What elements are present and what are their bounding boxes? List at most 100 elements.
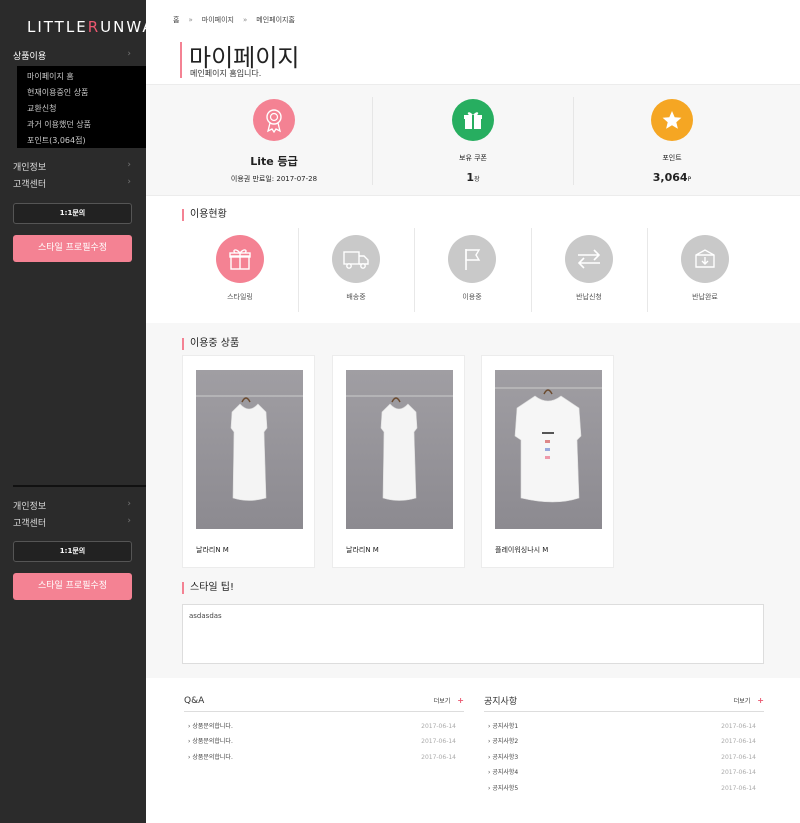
product-name: 날라리N M xyxy=(346,546,379,554)
stats-panel: Lite 등급 이용권 만료일: 2017-07-28 보유 쿠폰 1장 포인트… xyxy=(146,84,800,196)
chevron-right-icon: › xyxy=(127,499,131,509)
notice-list: › 공지사항1 2017-06-14 › 공지사항2 2017-06-14 › 공지… xyxy=(484,712,764,796)
breadcrumb-arrow: » xyxy=(242,16,248,24)
list-item[interactable]: › 공지사항4 2017-06-14 xyxy=(484,765,764,780)
coupon-count[interactable]: 1장 xyxy=(373,171,573,184)
product-name: 플레이워싱나시 M xyxy=(495,546,549,554)
sidebar-item-product-use[interactable]: 상품이용 › xyxy=(13,49,131,62)
truck-icon xyxy=(332,235,380,283)
sidebar-item-personal-info-2[interactable]: 개인정보 › xyxy=(13,499,131,512)
style-profile-button-2[interactable]: 스타일 프로필수정 xyxy=(13,573,132,600)
style-profile-button[interactable]: 스타일 프로필수정 xyxy=(13,235,132,262)
notice-title: 공지사항 xyxy=(484,697,518,707)
status-label: 스타일링 xyxy=(227,293,253,301)
logo-text-1: LITTLE xyxy=(27,18,88,36)
point-label: 포인트 xyxy=(662,154,682,162)
list-item-text: 상품문의합니다. xyxy=(192,738,233,746)
list-item-title: › 상품문의합니다. xyxy=(188,723,233,730)
point-unit: P xyxy=(687,176,692,183)
gift-icon xyxy=(216,235,264,283)
list-item-text: 공지사항2 xyxy=(492,738,519,746)
status-label: 배송중 xyxy=(346,293,366,301)
main-content: 홈 » 마이페이지 » 메인페이지홈 마이페이지 메인페이지 홈입니다. Lite 등급… xyxy=(146,0,800,823)
title-accent-bar xyxy=(180,42,182,78)
list-item-title: › 공지사항2 xyxy=(488,738,519,746)
divider xyxy=(13,485,146,487)
sidebar-item-label: 고객센터 xyxy=(13,180,47,190)
product-name: 날라리N M xyxy=(196,546,229,554)
submenu-item-mypage-home[interactable]: 마이페이지 홈 xyxy=(27,69,146,85)
coupon-stat: 보유 쿠폰 1장 xyxy=(373,85,573,197)
sidebar-item-label: 상품이용 xyxy=(13,52,47,62)
plus-icon: + xyxy=(457,696,464,705)
submenu-item-current-products[interactable]: 현재이용중인 상품 xyxy=(27,85,146,101)
qna-more-link[interactable]: 더보기 + xyxy=(434,696,464,705)
notice-board: 공지사항 더보기 + › 공지사항1 2017-06-14 › 공지사항2 2017-… xyxy=(484,690,764,796)
qna-board: Q&A 더보기 + › 상품문의합니다. 2017-06-14 › 상품문의합니다.… xyxy=(184,690,464,765)
box-icon xyxy=(681,235,729,283)
coupon-value: 1 xyxy=(466,171,475,184)
product-card[interactable]: 날라리N M xyxy=(332,355,465,568)
list-item-title: › 상품문의합니다. xyxy=(188,738,233,746)
breadcrumb-item[interactable]: 마이페이지 xyxy=(202,16,234,24)
sidebar-item-label: 개인정보 xyxy=(13,163,47,173)
submenu-item-exchange[interactable]: 교환신청 xyxy=(27,101,146,117)
list-item[interactable]: › 공지사항2 2017-06-14 xyxy=(484,734,764,749)
status-shipping[interactable]: 배송중 xyxy=(298,228,414,312)
grade-label: Lite 등급 xyxy=(250,155,298,168)
submenu-item-points[interactable]: 포인트(3,064점) xyxy=(27,133,146,149)
breadcrumb-item: 메인페이지홈 xyxy=(256,16,295,24)
list-item-date: 2017-06-14 xyxy=(721,769,756,777)
sidebar-item-customer-center[interactable]: 고객센터 › xyxy=(13,177,131,190)
chevron-right-icon: › xyxy=(127,49,131,59)
list-item-date: 2017-06-14 xyxy=(421,723,456,730)
list-item[interactable]: › 공지사항3 2017-06-14 xyxy=(484,750,764,765)
list-item-title: › 공지사항3 xyxy=(488,753,519,761)
list-item-date: 2017-06-14 xyxy=(421,738,456,746)
submenu-item-past-products[interactable]: 과거 이용했던 상품 xyxy=(27,117,146,133)
list-item[interactable]: › 상품문의합니다. 2017-06-14 xyxy=(184,719,464,734)
expire-date: 이용권 만료일: 2017-07-28 xyxy=(230,175,318,183)
gift-icon xyxy=(452,99,494,141)
list-item[interactable]: › 공지사항5 2017-06-14 xyxy=(484,781,764,796)
list-item[interactable]: › 공지사항1 2017-06-14 xyxy=(484,719,764,734)
sidebar-item-personal-info[interactable]: 개인정보 › xyxy=(13,160,131,173)
qna-title: Q&A xyxy=(184,695,205,706)
list-item[interactable]: › 상품문의합니다. 2017-06-14 xyxy=(184,734,464,749)
list-item-date: 2017-06-14 xyxy=(721,738,756,746)
list-item-title: › 상품문의합니다. xyxy=(188,753,233,761)
status-return-complete[interactable]: 반납완료 xyxy=(647,228,763,312)
product-image xyxy=(495,370,602,529)
logo[interactable]: LITTLERUNWAY xyxy=(27,18,165,36)
notice-more-link[interactable]: 더보기 + xyxy=(734,696,764,705)
sidebar-item-customer-center-2[interactable]: 고객센터 › xyxy=(13,516,131,529)
status-in-use[interactable]: 이용중 xyxy=(414,228,530,312)
qa-button-2[interactable]: 1:1문의 xyxy=(13,541,132,562)
board-header: Q&A 더보기 + xyxy=(184,690,464,712)
sidebar-item-label: 고객센터 xyxy=(13,519,47,529)
qa-button[interactable]: 1:1문의 xyxy=(13,203,132,224)
list-item-title: › 공지사항1 xyxy=(488,723,519,730)
exchange-icon xyxy=(565,235,613,283)
submenu: 마이페이지 홈 현재이용중인 상품 교환신청 과거 이용했던 상품 포인트(3,… xyxy=(17,66,146,148)
point-stat: 포인트 3,064P xyxy=(574,85,770,197)
product-card[interactable]: 플레이워싱나시 M xyxy=(481,355,614,568)
usage-section-title: 이용현황 xyxy=(182,209,227,221)
chevron-right-icon: › xyxy=(127,160,131,170)
point-amount[interactable]: 3,064P xyxy=(574,171,770,184)
list-item-date: 2017-06-14 xyxy=(721,723,756,730)
list-item[interactable]: › 상품문의합니다. 2017-06-14 xyxy=(184,750,464,765)
products-section-title: 이용중 상품 xyxy=(182,338,239,350)
medal-icon xyxy=(253,99,295,141)
status-return-request[interactable]: 반납신청 xyxy=(531,228,647,312)
breadcrumb-item[interactable]: 홈 xyxy=(173,16,179,24)
product-image xyxy=(346,370,453,529)
product-card[interactable]: 날라리N M xyxy=(182,355,315,568)
plus-icon: + xyxy=(757,696,764,705)
list-item-date: 2017-06-14 xyxy=(421,753,456,761)
point-value: 3,064 xyxy=(652,171,688,184)
status-label: 반납신청 xyxy=(576,293,602,301)
status-styling[interactable]: 스타일링 xyxy=(182,228,298,312)
star-icon xyxy=(651,99,693,141)
style-tip-textarea[interactable]: asdasdas xyxy=(182,604,764,664)
